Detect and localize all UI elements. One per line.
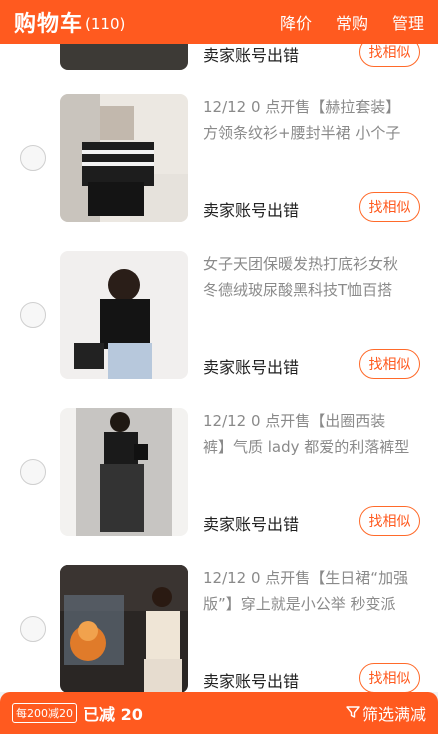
product-description[interactable]: 12/12 0 点开售【赫拉套装】 方领条纹衫+腰封半裙 小个子 (203, 94, 423, 146)
desc-line: 版”】穿上就是小公举 秒变派 (203, 595, 396, 613)
filter-icon (346, 704, 360, 723)
manage-button[interactable]: 管理 (392, 10, 424, 34)
cart-header: 购物车 (110) 降价 常购 管理 (0, 0, 438, 44)
item-select-radio[interactable] (20, 145, 46, 171)
desc-line: 12/12 0 点开售【出圈西装 (203, 412, 386, 430)
item-status: 卖家账号出错 (203, 201, 300, 220)
cart-item: 12/12 0 点开售【生日裙“加强 版”】穿上就是小公举 秒变派 卖家账号出错… (0, 549, 438, 693)
product-image[interactable] (60, 251, 188, 379)
desc-line: 女子天团保暖发热打底衫女秋 (203, 255, 399, 273)
cart-list: 卖家账号出错 找相似 12/12 0 点开售【赫拉套装】 方领条纹衫+腰封半裙 … (0, 0, 438, 734)
item-status: 卖家账号出错 (203, 515, 300, 534)
promo-badge: 每200减20 (12, 703, 77, 723)
price-drop-tab[interactable]: 降价 (280, 10, 312, 34)
product-description[interactable]: 女子天团保暖发热打底衫女秋 冬德绒玻尿酸黑科技T恤百搭 (203, 251, 423, 303)
desc-line: 裤】气质 lady 都爱的利落裤型 (203, 438, 410, 456)
item-select-radio[interactable] (20, 302, 46, 328)
cart-item: 12/12 0 点开售【出圈西装 裤】气质 lady 都爱的利落裤型 卖家账号出… (0, 392, 438, 549)
filter-discount-button[interactable]: 筛选满减 (346, 701, 426, 725)
item-status: 卖家账号出错 (203, 672, 300, 691)
desc-line: 冬德绒玻尿酸黑科技T恤百搭 (203, 281, 393, 299)
promo-bar: 每200减20 已减 20 筛选满减 (0, 692, 438, 734)
find-similar-button[interactable]: 找相似 (359, 506, 420, 536)
product-image[interactable] (60, 408, 188, 536)
item-status: 卖家账号出错 (203, 46, 300, 65)
header-actions: 降价 常购 管理 (280, 10, 424, 34)
desc-line: 方领条纹衫+腰封半裙 小个子 (203, 124, 401, 142)
filter-label: 筛选满减 (361, 705, 426, 724)
cart-item: 女子天团保暖发热打底衫女秋 冬德绒玻尿酸黑科技T恤百搭 卖家账号出错 找相似 (0, 235, 438, 392)
cart-item: 12/12 0 点开售【赫拉套装】 方领条纹衫+腰封半裙 小个子 卖家账号出错 … (0, 78, 438, 235)
page-title: 购物车 (14, 12, 84, 37)
product-description[interactable]: 12/12 0 点开售【出圈西装 裤】气质 lady 都爱的利落裤型 (203, 408, 423, 460)
desc-line: 12/12 0 点开售【赫拉套装】 (203, 98, 401, 116)
find-similar-button[interactable]: 找相似 (359, 663, 420, 693)
product-description[interactable]: 12/12 0 点开售【生日裙“加强 版”】穿上就是小公举 秒变派 (203, 565, 423, 617)
desc-line: 12/12 0 点开售【生日裙“加强 (203, 569, 409, 587)
item-select-radio[interactable] (20, 459, 46, 485)
product-image[interactable] (60, 94, 188, 222)
frequent-purchase-tab[interactable]: 常购 (336, 10, 368, 34)
item-select-radio[interactable] (20, 616, 46, 642)
product-image[interactable] (60, 565, 188, 693)
cart-count: (110) (85, 14, 126, 33)
saved-amount: 已减 20 (83, 705, 143, 724)
item-status: 卖家账号出错 (203, 358, 300, 377)
find-similar-button[interactable]: 找相似 (359, 349, 420, 379)
find-similar-button[interactable]: 找相似 (359, 192, 420, 222)
